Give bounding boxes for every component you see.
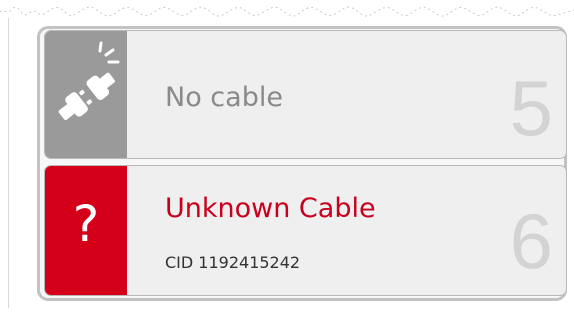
port-number: 6 [509, 197, 553, 285]
top-edge-artifact [0, 6, 574, 17]
cable-status-label: No cable [165, 82, 283, 113]
port-card-5[interactable]: No cable 5 [44, 30, 567, 159]
cable-status-panel: No cable 5 ? Unknown Cable CID 119241524… [0, 0, 574, 318]
cable-status-label: Unknown Cable [165, 193, 376, 224]
left-divider [8, 18, 9, 308]
port-icon-tile [45, 31, 127, 158]
cable-id-label: CID 1192415242 [165, 253, 301, 272]
port-card-6[interactable]: ? Unknown Cable CID 1192415242 6 [44, 165, 567, 296]
port-icon-tile: ? [45, 166, 127, 295]
unplugged-cable-icon [58, 41, 120, 121]
question-mark-icon: ? [72, 195, 100, 253]
port-number: 5 [509, 64, 553, 152]
